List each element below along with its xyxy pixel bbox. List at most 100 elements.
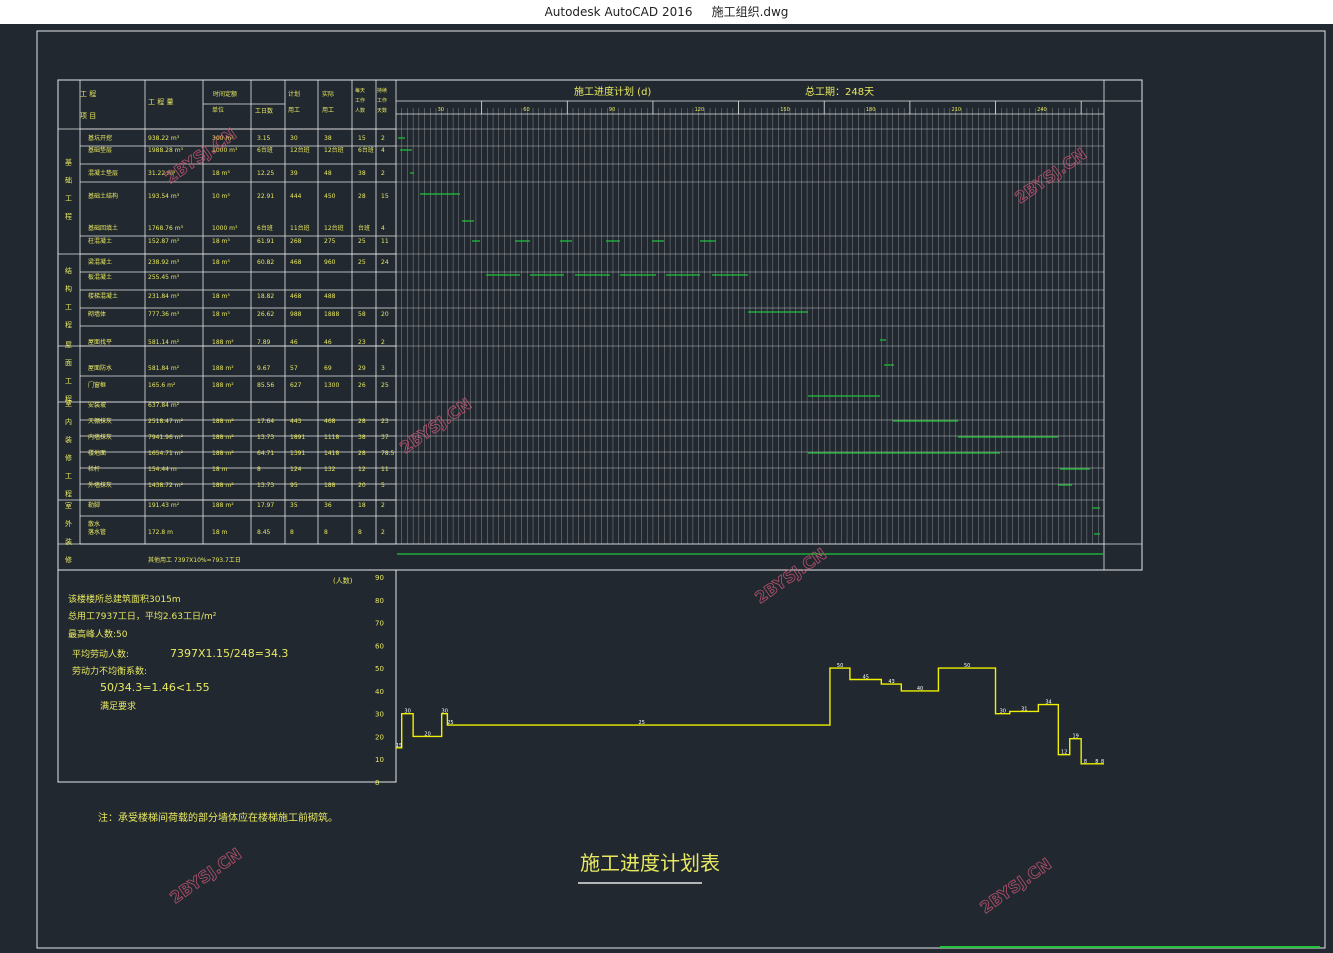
header-actual-1: 实际 [322, 90, 334, 98]
histogram-label: 15 [396, 743, 402, 749]
group-label: 内 [65, 417, 72, 426]
table-cell: 15 [381, 193, 389, 200]
header-dur-1: 持续 [377, 87, 387, 94]
table-cell: 60.82 [257, 259, 274, 266]
table-cell: 18 m³ [212, 293, 230, 300]
table-cell: 8 [290, 529, 294, 536]
table-cell: 勒脚 [88, 501, 100, 509]
table-cell: 2 [381, 135, 385, 142]
table-cell: 2 [381, 170, 385, 177]
table-cell: 安装玻 [88, 401, 106, 409]
drawing-canvas[interactable]: 30 60 90 120 150 180 210 240 基坑开挖 938.22 m³ 300 m… [0, 24, 1333, 953]
table-cell: 28 [358, 193, 366, 200]
table-cell: 1391 [290, 450, 305, 457]
histogram-label: 43 [888, 679, 894, 685]
table-cell: 468 [290, 293, 302, 300]
note-line: 满足要求 [100, 700, 136, 712]
table-cell: 25 [358, 259, 366, 266]
table-cell: 938.22 m³ [148, 135, 180, 142]
table-cell: 444 [290, 193, 302, 200]
table-cell: 268 [290, 238, 302, 245]
table-cell: 23 [358, 339, 366, 346]
table-cell: 基础土结构 [88, 192, 118, 200]
group-label: 装 [65, 537, 72, 546]
table-cell: 581.84 m² [148, 365, 180, 372]
header-plan-1: 计划 [288, 90, 300, 98]
gantt-grid: 30 60 90 120 150 180 210 240 [395, 80, 1142, 571]
app-name: Autodesk AutoCAD 2016 [544, 5, 693, 19]
group-label: 工 [65, 377, 72, 385]
table-cell: 落水管 [88, 528, 106, 536]
table-cell: 22.91 [257, 193, 274, 200]
month-label: 180 [866, 107, 876, 113]
table-cell: 4 [381, 147, 385, 154]
group-label: 程 [65, 320, 72, 329]
header-actual-2: 用工 [322, 107, 334, 114]
table-cell: 29 [358, 365, 366, 372]
table-cell: 58 [358, 311, 366, 318]
histogram-label: 30 [404, 709, 410, 715]
window-title-bar: Autodesk AutoCAD 2016 施工组织.dwg [0, 0, 1333, 24]
table-cell: 69 [324, 365, 332, 372]
histogram-label: 25 [447, 720, 453, 726]
histogram-label: 19 [1072, 734, 1078, 740]
month-label: 60 [523, 107, 529, 113]
table-cell: 238.92 m³ [148, 259, 180, 266]
histogram-label: 30 [1000, 709, 1006, 715]
table-cell: 5 [381, 482, 385, 489]
gantt-bars [398, 137, 1100, 535]
table-cell: 188 m² [212, 482, 234, 489]
drawing-note: 注：承受楼梯间荷载的部分墙体应在楼梯施工前砌筑。 [98, 811, 338, 824]
drawing-title: 施工进度计划表 [580, 851, 720, 875]
histogram-label: 8 [1084, 759, 1087, 765]
histogram-label: 45 [863, 675, 869, 681]
table-cell: 1768.76 m³ [148, 225, 184, 232]
group-label: 础 [65, 176, 72, 185]
table-cell: 基础回填土 [88, 224, 118, 232]
table-cell: 85.56 [257, 382, 274, 389]
table-cell: 191.43 m² [148, 502, 180, 509]
table-cell: 172.8 m [148, 529, 173, 536]
table-cell: 95 [290, 482, 298, 489]
table-cell: 12台班 [324, 224, 344, 232]
table-cell: 39 [290, 170, 298, 177]
table-cell: 1438.72 m² [148, 482, 184, 489]
table-cell: 1000 m³ [212, 225, 238, 232]
table-cell: 楼梯混凝土 [88, 292, 118, 300]
table-cell: 24 [381, 259, 389, 266]
group-label: 结 [65, 266, 72, 275]
table-cell: 18.82 [257, 293, 274, 300]
table-cell: 46 [290, 339, 298, 346]
header-project-2: 项 目 [80, 112, 96, 120]
table-cell: 165.6 m² [148, 382, 176, 389]
table-cell: 637.84 m² [148, 402, 180, 409]
table-cell: 960 [324, 259, 336, 266]
header-dur-2: 工作 [377, 97, 387, 104]
watermark: 2BYSJ.CN [166, 844, 245, 907]
histogram-label: 30 [442, 709, 448, 715]
summary-row: 其他用工 7397X10%=793.7工日 [148, 556, 241, 564]
table-cell: 1300 [324, 382, 339, 389]
table-cell: 581.14 m² [148, 339, 180, 346]
table-cell: 468 [324, 418, 336, 425]
table-cell: 散水 [88, 520, 100, 528]
note-line: 平均劳动人数: [72, 648, 129, 660]
y-tick-label: 80 [375, 597, 384, 605]
table-cell: 23 [381, 418, 389, 425]
header-unit: 单位 [212, 106, 224, 114]
month-label: 150 [780, 107, 790, 113]
table-cell: 38 [324, 135, 332, 142]
table-cell: 12 [358, 466, 366, 473]
table-cell: 7.89 [257, 339, 271, 346]
table-cell: 18 m³ [212, 170, 230, 177]
table-cell: 188 m² [212, 502, 234, 509]
table-cell: 13.73 [257, 482, 274, 489]
table-cell: 2 [381, 502, 385, 509]
table-cell: 4 [381, 225, 385, 232]
watermark: 2BYSJ.CN [1011, 144, 1090, 207]
table-cell: 屋面防水 [88, 364, 112, 372]
histogram-line [396, 667, 1104, 765]
watermark: 2BYSJ.CN [396, 394, 475, 457]
group-label: 程 [65, 489, 72, 498]
table-cell: 488 [324, 293, 336, 300]
